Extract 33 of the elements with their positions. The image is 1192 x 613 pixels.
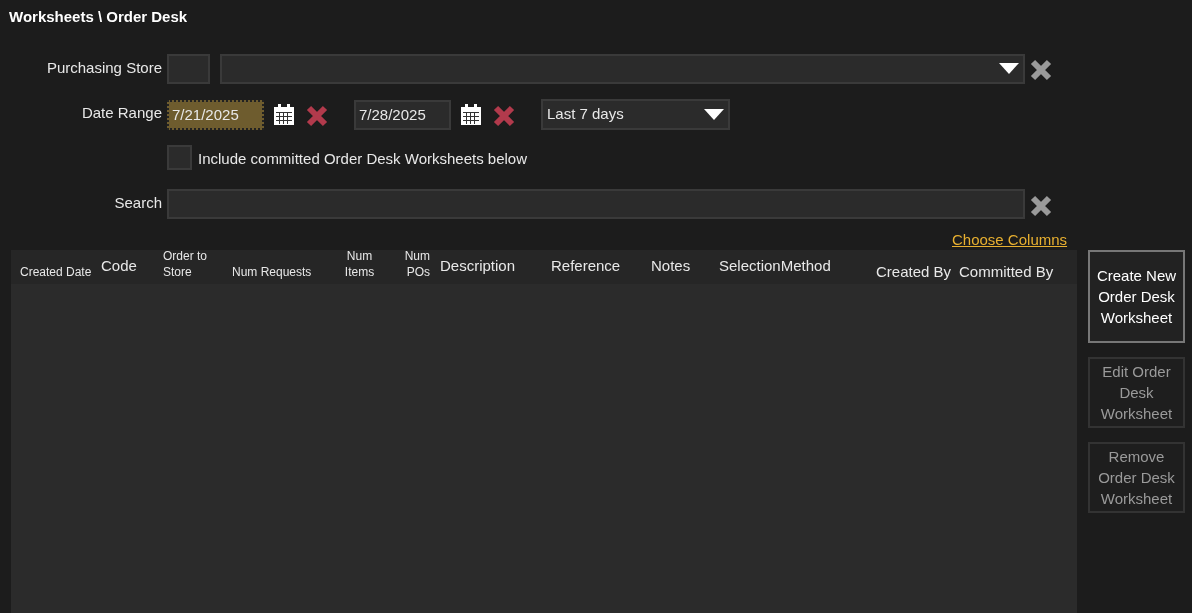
date-preset-dropdown[interactable]: Last 7 days [541, 99, 730, 130]
column-header[interactable]: Order to Store [163, 248, 232, 282]
dropdown-caret-icon [999, 63, 1019, 75]
checkbox[interactable] [167, 145, 192, 170]
page-title: Worksheets \ Order Desk [9, 7, 188, 27]
action-button[interactable]: Create New Order Desk Worksheet [1088, 250, 1185, 343]
date-field[interactable]: 7/28/2025 [354, 100, 451, 130]
column-header[interactable]: Reference [551, 257, 651, 275]
calendar-icon[interactable] [273, 104, 295, 126]
column-header[interactable]: Code [101, 257, 163, 275]
column-header[interactable]: Created By [876, 263, 959, 282]
column-header[interactable]: Description [440, 257, 551, 275]
clear-icon[interactable] [492, 104, 516, 128]
clear-icon[interactable] [1029, 58, 1053, 82]
column-header[interactable]: Committed By [959, 263, 1063, 282]
column-header[interactable]: SelectionMethod [719, 257, 876, 275]
store-code-field[interactable] [167, 54, 210, 84]
field-label: Date Range [81, 103, 162, 123]
dropdown-caret-icon [704, 108, 724, 121]
column-header[interactable]: Created Date [20, 264, 101, 282]
clear-icon[interactable] [305, 104, 329, 128]
field-label: Search [114, 193, 162, 213]
column-header[interactable]: Num Requests [232, 264, 332, 282]
column-header[interactable]: Num POs [387, 248, 440, 282]
checkbox-label: Include committed Order Desk Worksheets below [198, 149, 528, 169]
date-field[interactable]: 7/21/2025 [167, 100, 264, 130]
calendar-icon[interactable] [460, 104, 482, 126]
search-field[interactable] [167, 189, 1025, 219]
field-label: Purchasing Store [46, 58, 162, 78]
choose-columns-link[interactable]: Choose Columns [952, 229, 1068, 252]
clear-icon[interactable] [1029, 194, 1053, 218]
column-header[interactable]: Num Items [332, 248, 387, 282]
column-header[interactable]: Notes [651, 257, 719, 275]
